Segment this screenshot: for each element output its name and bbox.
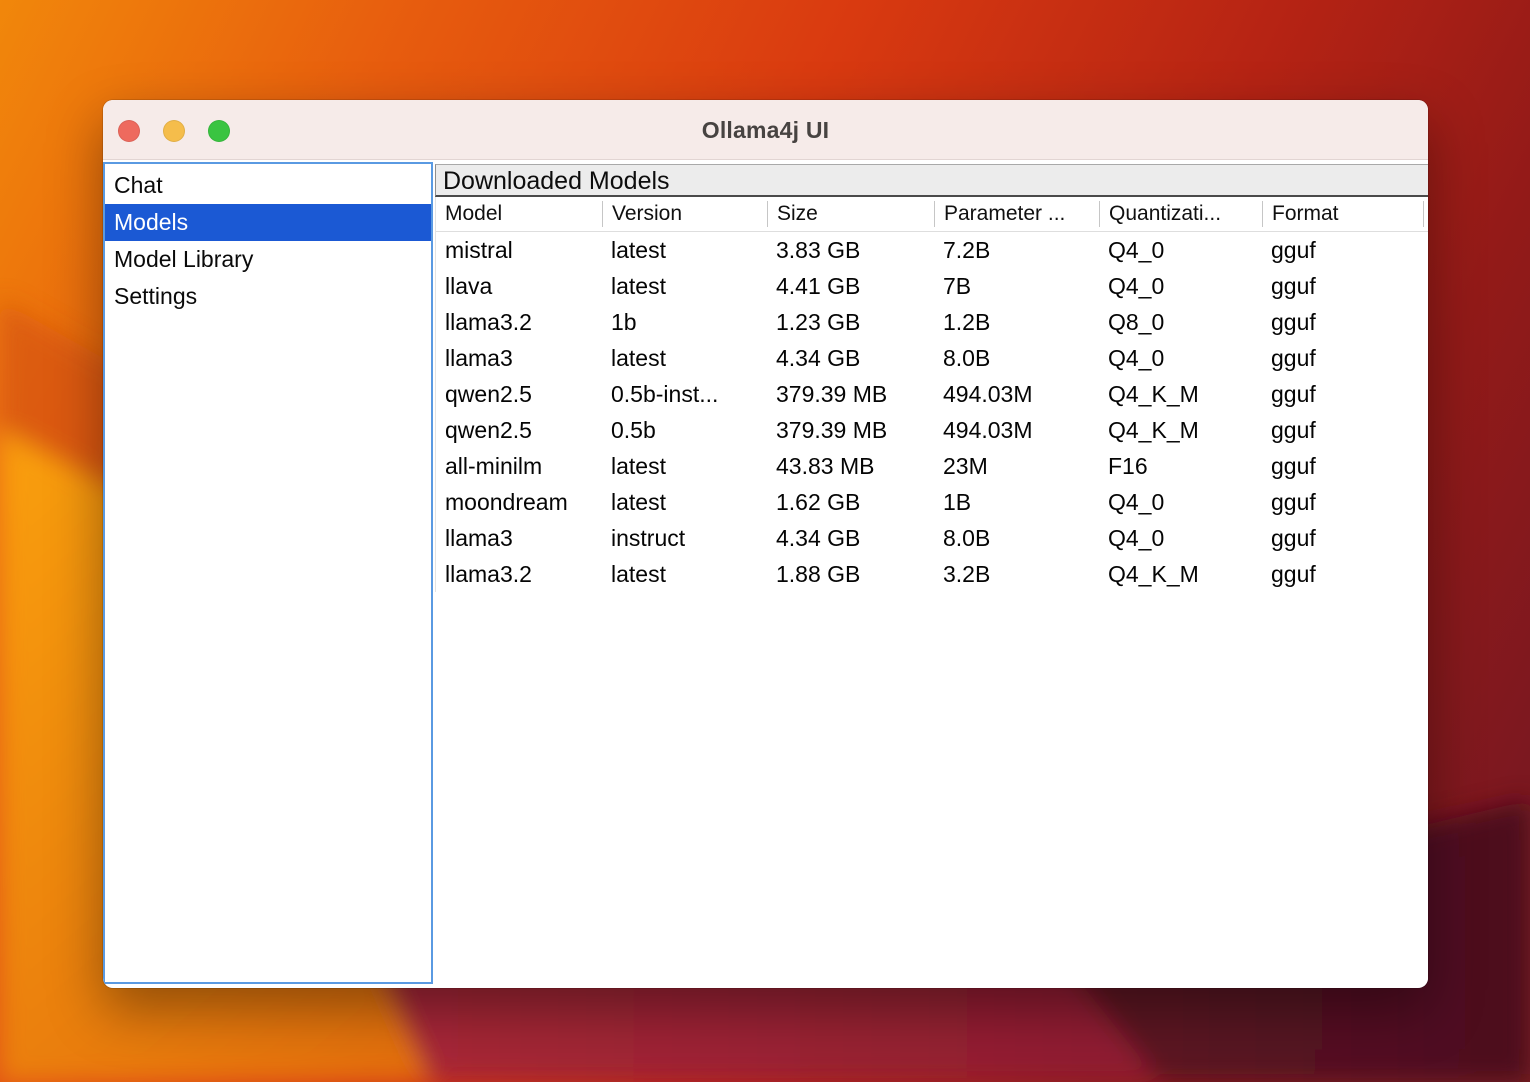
cell-parameter: 7.2B (934, 237, 1099, 264)
column-header-format[interactable]: Format (1262, 201, 1424, 227)
sidebar-item-chat[interactable]: Chat (105, 167, 431, 204)
cell-size: 1.88 GB (767, 561, 934, 588)
table-row[interactable]: all-minilm latest 43.83 MB 23M F16 gguf (436, 448, 1428, 484)
cell-version: latest (602, 453, 767, 480)
cell-quantization: Q4_0 (1099, 345, 1262, 372)
cell-model: llama3.2 (436, 309, 602, 336)
sidebar-item-models[interactable]: Models (105, 204, 431, 241)
cell-format: gguf (1262, 489, 1424, 516)
cell-parameter: 1.2B (934, 309, 1099, 336)
column-header-parameter[interactable]: Parameter ... (934, 201, 1099, 227)
table-row[interactable]: llama3.2 latest 1.88 GB 3.2B Q4_K_M gguf (436, 556, 1428, 592)
sidebar-item-settings[interactable]: Settings (105, 278, 431, 315)
cell-format: gguf (1262, 345, 1424, 372)
cell-size: 379.39 MB (767, 417, 934, 444)
table-row[interactable]: llava latest 4.41 GB 7B Q4_0 gguf (436, 268, 1428, 304)
cell-format: gguf (1262, 417, 1424, 444)
column-header-size[interactable]: Size (767, 201, 934, 227)
cell-parameter: 494.03M (934, 381, 1099, 408)
cell-quantization: F16 (1099, 453, 1262, 480)
sidebar-nav: Chat Models Model Library Settings (103, 162, 433, 984)
cell-parameter: 8.0B (934, 345, 1099, 372)
window-title: Ollama4j UI (103, 100, 1428, 160)
cell-parameter: 8.0B (934, 525, 1099, 552)
cell-version: 0.5b-inst... (602, 381, 767, 408)
table-row[interactable]: llama3.2 1b 1.23 GB 1.2B Q8_0 gguf (436, 304, 1428, 340)
cell-quantization: Q4_0 (1099, 237, 1262, 264)
column-header-quantization[interactable]: Quantizati... (1099, 201, 1262, 227)
cell-parameter: 23M (934, 453, 1099, 480)
table-row[interactable]: mistral latest 3.83 GB 7.2B Q4_0 gguf (436, 232, 1428, 268)
column-header-version[interactable]: Version (602, 201, 767, 227)
cell-version: latest (602, 345, 767, 372)
cell-quantization: Q4_K_M (1099, 561, 1262, 588)
column-header-model[interactable]: Model (436, 201, 602, 227)
cell-parameter: 1B (934, 489, 1099, 516)
models-table: Model Version Size Parameter ... Quantiz… (435, 197, 1428, 592)
cell-version: instruct (602, 525, 767, 552)
cell-model: qwen2.5 (436, 417, 602, 444)
table-row[interactable]: qwen2.5 0.5b-inst... 379.39 MB 494.03M Q… (436, 376, 1428, 412)
cell-quantization: Q4_K_M (1099, 381, 1262, 408)
cell-version: 1b (602, 309, 767, 336)
cell-quantization: Q4_0 (1099, 525, 1262, 552)
sidebar-item-model-library[interactable]: Model Library (105, 241, 431, 278)
cell-quantization: Q4_0 (1099, 489, 1262, 516)
cell-version: latest (602, 561, 767, 588)
cell-model: moondream (436, 489, 602, 516)
cell-size: 43.83 MB (767, 453, 934, 480)
cell-parameter: 494.03M (934, 417, 1099, 444)
cell-quantization: Q8_0 (1099, 309, 1262, 336)
cell-format: gguf (1262, 525, 1424, 552)
cell-format: gguf (1262, 309, 1424, 336)
cell-model: mistral (436, 237, 602, 264)
cell-format: gguf (1262, 273, 1424, 300)
cell-version: latest (602, 273, 767, 300)
app-window: Ollama4j UI Chat Models Model Library Se… (103, 100, 1428, 988)
table-row[interactable]: llama3 instruct 4.34 GB 8.0B Q4_0 gguf (436, 520, 1428, 556)
cell-size: 4.34 GB (767, 525, 934, 552)
window-titlebar[interactable]: Ollama4j UI (103, 100, 1428, 160)
cell-version: latest (602, 489, 767, 516)
cell-format: gguf (1262, 453, 1424, 480)
cell-size: 1.62 GB (767, 489, 934, 516)
cell-parameter: 7B (934, 273, 1099, 300)
table-body: mistral latest 3.83 GB 7.2B Q4_0 gguf ll… (436, 232, 1428, 592)
cell-model: llama3.2 (436, 561, 602, 588)
table-row[interactable]: moondream latest 1.62 GB 1B Q4_0 gguf (436, 484, 1428, 520)
cell-size: 4.41 GB (767, 273, 934, 300)
cell-format: gguf (1262, 561, 1424, 588)
cell-model: llama3 (436, 345, 602, 372)
cell-model: qwen2.5 (436, 381, 602, 408)
cell-size: 4.34 GB (767, 345, 934, 372)
cell-version: 0.5b (602, 417, 767, 444)
cell-format: gguf (1262, 237, 1424, 264)
sidebar-list: Chat Models Model Library Settings (105, 164, 431, 315)
cell-model: llama3 (436, 525, 602, 552)
desktop: { "window": { "title": "Ollama4j UI" }, … (0, 0, 1530, 1082)
table-header-row: Model Version Size Parameter ... Quantiz… (436, 197, 1428, 232)
cell-model: llava (436, 273, 602, 300)
cell-model: all-minilm (436, 453, 602, 480)
cell-version: latest (602, 237, 767, 264)
cell-format: gguf (1262, 381, 1424, 408)
cell-size: 1.23 GB (767, 309, 934, 336)
table-row[interactable]: qwen2.5 0.5b 379.39 MB 494.03M Q4_K_M gg… (436, 412, 1428, 448)
cell-size: 3.83 GB (767, 237, 934, 264)
cell-quantization: Q4_0 (1099, 273, 1262, 300)
cell-quantization: Q4_K_M (1099, 417, 1262, 444)
main-panel: Downloaded Models Model Version Size Par… (435, 164, 1428, 986)
cell-parameter: 3.2B (934, 561, 1099, 588)
cell-size: 379.39 MB (767, 381, 934, 408)
table-row[interactable]: llama3 latest 4.34 GB 8.0B Q4_0 gguf (436, 340, 1428, 376)
panel-heading: Downloaded Models (435, 164, 1428, 197)
